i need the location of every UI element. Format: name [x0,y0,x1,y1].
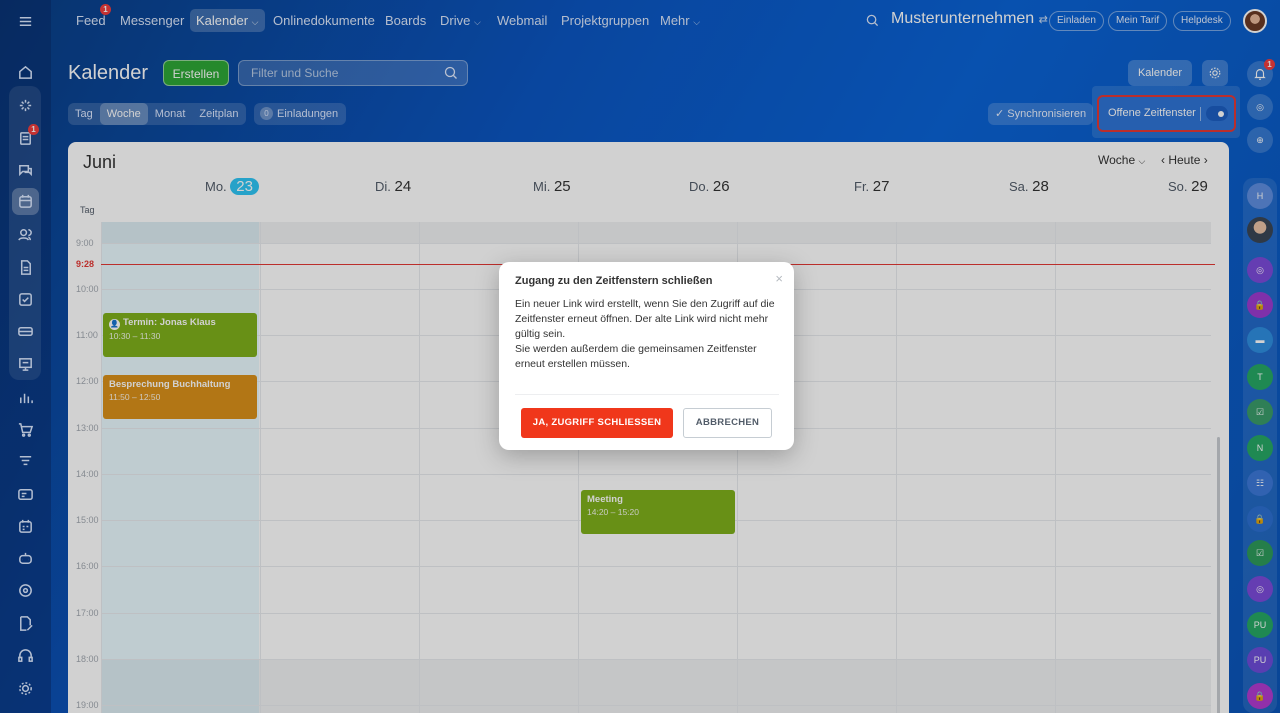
dialog-text-2: Sie werden außerdem die gemeinsamen Zeit… [515,343,757,370]
close-icon[interactable]: × [775,271,783,286]
dialog-body: Ein neuer Link wird erstellt, wenn Sie d… [515,297,783,372]
confirm-close-access-button[interactable]: JA, ZUGRIFF SCHLIESSEN [521,408,673,438]
cancel-button[interactable]: ABBRECHEN [683,408,772,438]
dialog-title: Zugang zu den Zeitfenstern schließen [515,275,713,287]
dialog-divider [515,394,779,395]
dialog-text-1: Ein neuer Link wird erstellt, wenn Sie d… [515,298,775,340]
close-access-dialog: Zugang zu den Zeitfenstern schließen × E… [499,262,794,450]
